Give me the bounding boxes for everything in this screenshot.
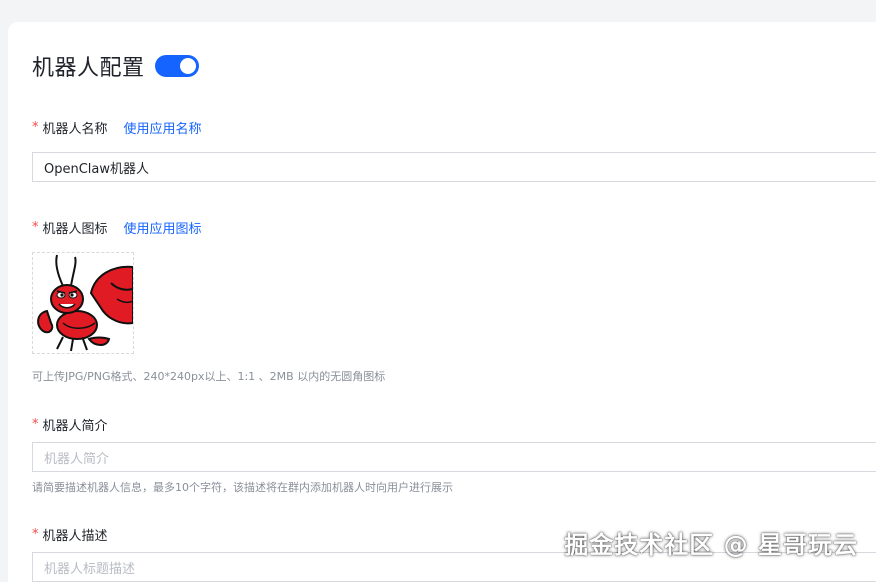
toggle-knob [180,58,196,74]
icon-label: 机器人图标 [43,218,108,237]
use-app-name-link[interactable]: 使用应用名称 [124,118,202,137]
lobster-icon [33,253,133,353]
intro-label: 机器人简介 [43,415,108,434]
desc-label: 机器人描述 [43,525,108,544]
bot-intro-placeholder: 机器人简介 [44,448,109,467]
name-label: 机器人名称 [43,118,108,137]
bot-icon-upload[interactable] [32,252,134,354]
required-asterisk: * [32,527,39,542]
name-label-row: * 机器人名称 使用应用名称 [32,118,202,137]
title-row: 机器人配置 [32,50,199,82]
icon-label-row: * 机器人图标 使用应用图标 [32,218,202,237]
watermark: 掘金技术社区 @ 星哥玩云 [564,525,858,560]
bot-name-value: OpenClaw机器人 [44,158,149,177]
intro-label-row: * 机器人简介 [32,415,108,434]
bot-enable-toggle[interactable] [155,55,199,77]
required-asterisk: * [32,220,39,235]
icon-hint: 可上传JPG/PNG格式、240*240px以上、1:1 、2MB 以内的无圆角… [32,368,385,384]
intro-hint: 请简要描述机器人信息，最多10个字符，该描述将在群内添加机器人时向用户进行展示 [32,479,453,495]
required-asterisk: * [32,417,39,432]
page-title: 机器人配置 [32,50,145,82]
desc-label-row: * 机器人描述 [32,525,108,544]
bot-intro-input[interactable]: 机器人简介 [32,442,876,472]
bot-config-panel: 机器人配置 * 机器人名称 使用应用名称 OpenClaw机器人 * 机器人图标… [8,22,876,582]
bot-name-input[interactable]: OpenClaw机器人 [32,152,876,182]
use-app-icon-link[interactable]: 使用应用图标 [124,218,202,237]
required-asterisk: * [32,120,39,135]
